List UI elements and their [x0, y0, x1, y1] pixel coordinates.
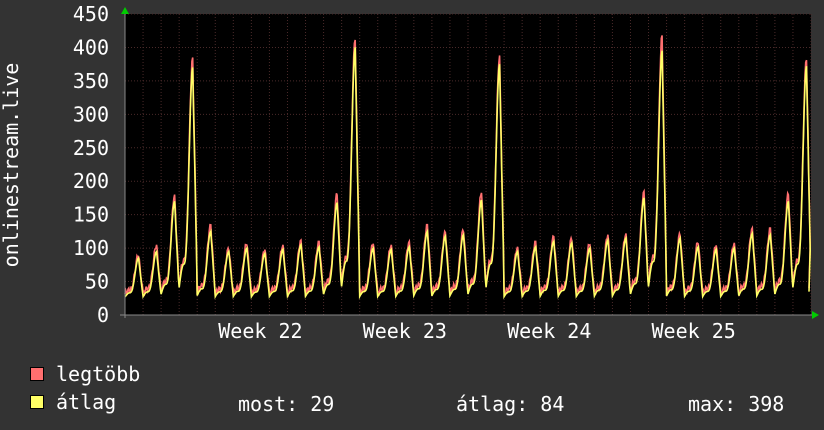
legend-label-max: legtöbb	[56, 362, 141, 386]
y-tick-label: 0	[97, 303, 109, 327]
legend-item-max: legtöbb	[30, 362, 141, 386]
y-tick-label: 300	[73, 102, 109, 126]
x-tick-label: Week 23	[363, 319, 447, 343]
y-tick-label: 250	[73, 136, 109, 160]
y-tick-label: 50	[85, 270, 109, 294]
y-tick-label: 150	[73, 203, 109, 227]
y-tick-label: 450	[73, 2, 109, 26]
stat-now: most: 29	[238, 392, 335, 416]
legend-item-avg: átlag	[30, 390, 117, 414]
y-axis-arrow-icon	[121, 7, 129, 14]
x-tick-label: Week 24	[507, 319, 591, 343]
y-tick-label: 400	[73, 35, 109, 59]
y-tick-label: 350	[73, 69, 109, 93]
y-tick-label: 200	[73, 169, 109, 193]
x-tick-label: Week 22	[218, 319, 302, 343]
stat-average: átlag: 84	[456, 392, 565, 416]
y-tick-label: 100	[73, 236, 109, 260]
x-tick-label: Week 25	[652, 319, 736, 343]
legend-label-avg: átlag	[56, 390, 117, 414]
x-axis-arrow-icon	[812, 311, 819, 319]
stat-max: max: 398	[688, 392, 785, 416]
x-axis-ticks: Week 22 Week 23 Week 24 Week 25	[218, 319, 736, 343]
legend-swatch-max	[30, 367, 44, 381]
y-axis-ticks: 0 50 100 150 200 250 300 350 400 450	[73, 2, 109, 327]
legend-swatch-avg	[30, 395, 44, 409]
y-axis-label: onlinestream.live	[0, 63, 23, 268]
